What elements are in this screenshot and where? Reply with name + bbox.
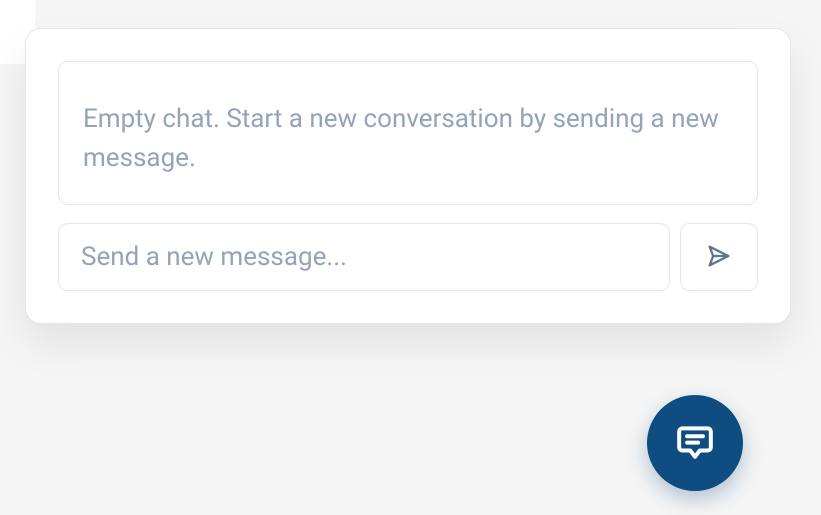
chat-panel: Empty chat. Start a new conversation by … [25, 28, 791, 324]
empty-state-text: Empty chat. Start a new conversation by … [83, 100, 733, 178]
message-input-row [58, 223, 758, 291]
send-button[interactable] [680, 223, 758, 291]
send-icon [705, 242, 733, 273]
message-input[interactable] [58, 223, 670, 291]
chat-fab-button[interactable] [647, 395, 743, 491]
chat-history-empty: Empty chat. Start a new conversation by … [58, 61, 758, 205]
chat-bubble-icon [676, 422, 714, 464]
